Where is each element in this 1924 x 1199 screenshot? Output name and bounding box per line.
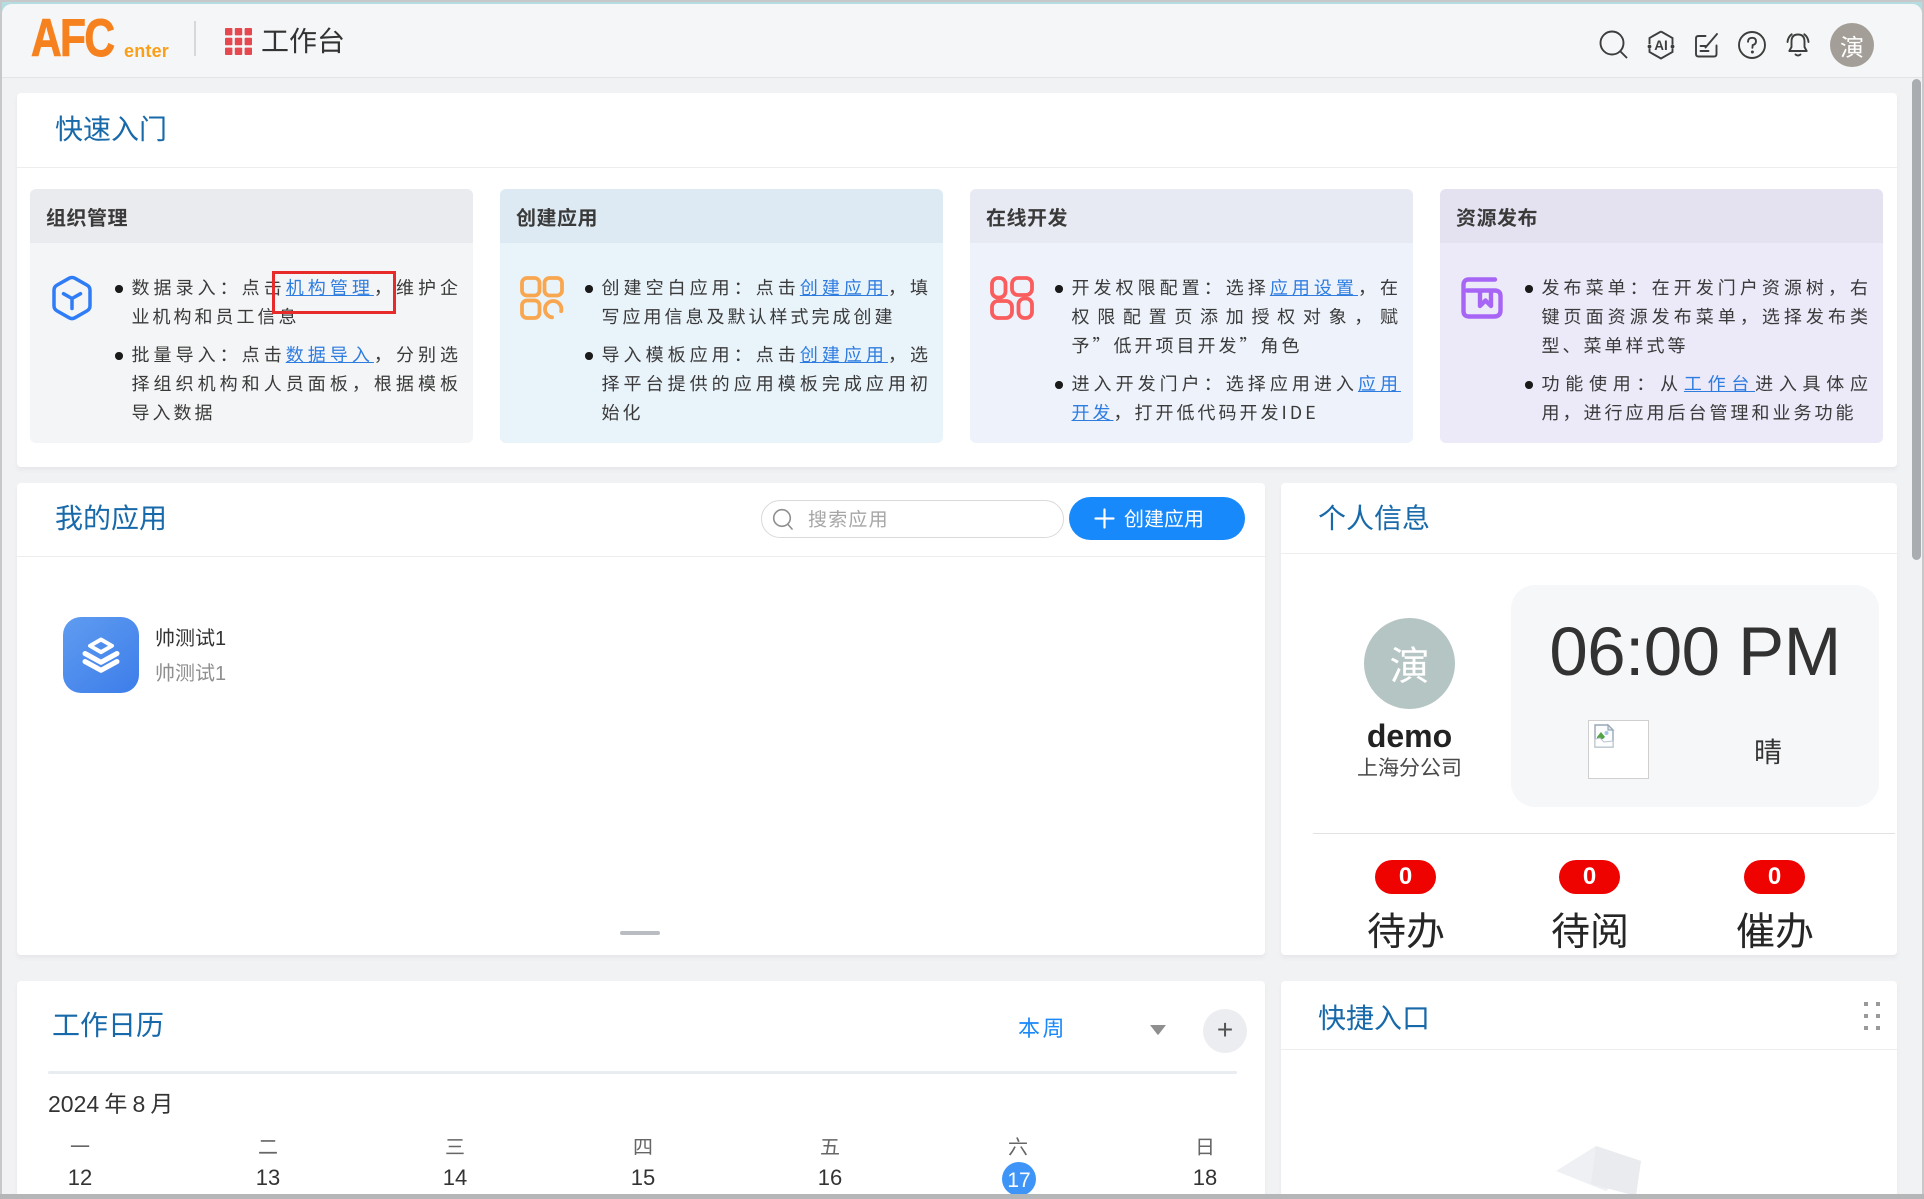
svg-text:AI: AI	[1654, 38, 1668, 53]
